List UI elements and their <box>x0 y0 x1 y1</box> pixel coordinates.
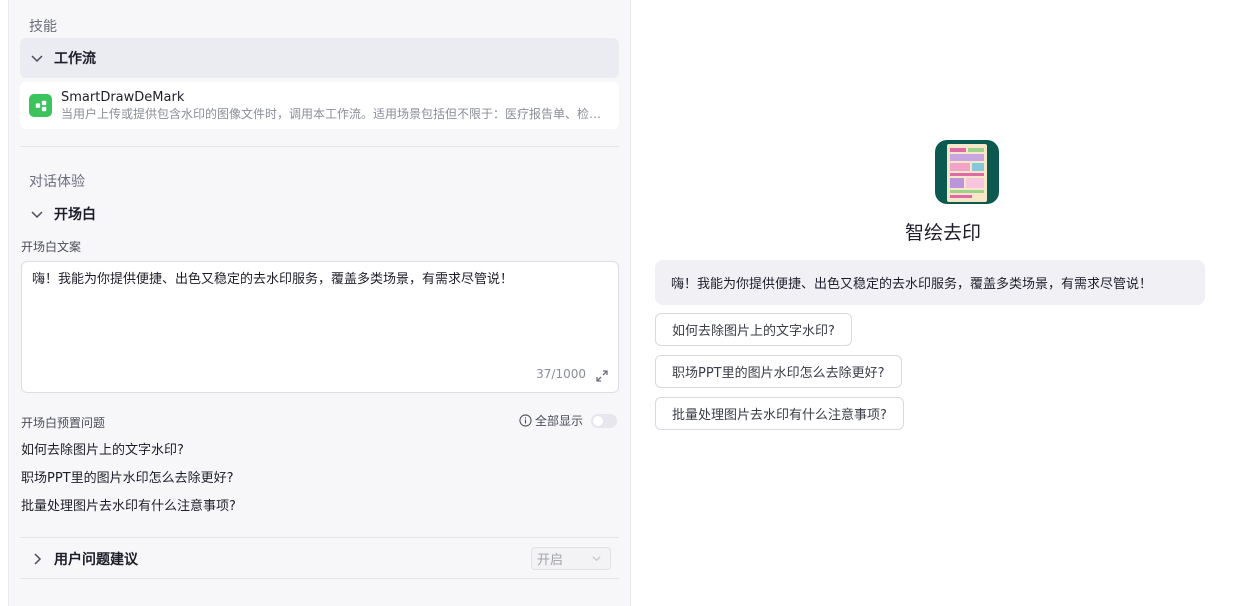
greeting-text: 嗨！我能为你提供便捷、出色又稳定的去水印服务，覆盖多类场景，有需求尽管说！ <box>671 277 1153 292</box>
app-root: 技能 工作流 SmartDrawDeMark 当用户上传或提供包含水印的图像文件… <box>0 0 1254 606</box>
suggestion-chip[interactable]: 批量处理图片去水印有什么注意事项? <box>655 397 904 430</box>
opening-text-input[interactable]: 嗨！我能为你提供便捷、出色又稳定的去水印服务，覆盖多类场景，有需求尽管说！ 37… <box>21 261 619 393</box>
chevron-down-icon <box>592 556 601 562</box>
suggestion-group-label: 用户问题建议 <box>54 552 138 568</box>
suggestion-select[interactable]: 开启 <box>531 547 611 570</box>
char-counter: 37/1000 <box>536 367 586 381</box>
config-panel: 技能 工作流 SmartDrawDeMark 当用户上传或提供包含水印的图像文件… <box>8 0 631 606</box>
preset-questions-label: 开场白预置问题 <box>21 416 106 430</box>
workflow-group-header[interactable]: 工作流 <box>20 38 619 78</box>
bot-avatar <box>935 140 999 204</box>
workflow-description: 当用户上传或提供包含水印的图像文件时，调用本工作流。适用场景包括但不限于：医疗报… <box>61 107 602 121</box>
preset-question-2[interactable]: 职场PPT里的图片水印怎么去除更好? <box>21 467 234 486</box>
divider <box>20 537 619 538</box>
info-icon <box>519 414 532 427</box>
workflow-icon <box>29 94 52 117</box>
skills-section-title: 技能 <box>29 19 57 35</box>
suggestion-chip[interactable]: 如何去除图片上的文字水印? <box>655 313 852 346</box>
workflow-group-label: 工作流 <box>54 51 96 67</box>
opening-text-value: 嗨！我能为你提供便捷、出色又稳定的去水印服务，覆盖多类场景，有需求尽管说！ <box>32 272 514 287</box>
suggestion-select-value: 开启 <box>537 553 564 568</box>
chevron-down-icon <box>30 51 44 65</box>
bot-name: 智绘去印 <box>904 222 981 244</box>
expand-icon[interactable] <box>595 369 609 383</box>
preset-question-1[interactable]: 如何去除图片上的文字水印? <box>21 439 184 458</box>
preset-question-3[interactable]: 批量处理图片去水印有什么注意事项? <box>21 495 236 514</box>
greeting-bubble: 嗨！我能为你提供便捷、出色又稳定的去水印服务，覆盖多类场景，有需求尽管说！ <box>655 260 1205 305</box>
workflow-card[interactable]: SmartDrawDeMark 当用户上传或提供包含水印的图像文件时，调用本工作… <box>20 82 619 129</box>
suggestion-group-header[interactable]: 用户问题建议 <box>20 539 619 579</box>
show-all-label: 全部显示 <box>534 414 583 428</box>
suggestion-chip[interactable]: 职场PPT里的图片水印怎么去除更好? <box>655 355 902 388</box>
chevron-right-icon <box>30 552 44 566</box>
divider <box>20 146 619 147</box>
suggestion-text: 如何去除图片上的文字水印? <box>672 324 835 339</box>
suggestion-text: 批量处理图片去水印有什么注意事项? <box>672 408 887 423</box>
divider <box>20 578 619 579</box>
show-all-control: 全部显示 <box>519 412 617 429</box>
suggestion-text: 职场PPT里的图片水印怎么去除更好? <box>672 366 885 381</box>
show-all-toggle[interactable] <box>591 413 617 428</box>
workflow-name: SmartDrawDeMark <box>61 90 185 105</box>
dialog-section-title: 对话体验 <box>29 174 85 190</box>
